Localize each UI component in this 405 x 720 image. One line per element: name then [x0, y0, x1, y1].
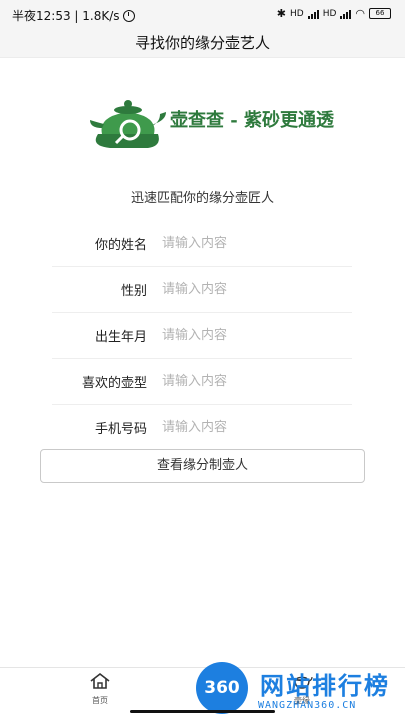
status-bar: 半夜12:53 | 1.8K/s ✱ HD HD ◠ 66 — [0, 0, 405, 28]
form-row-teapot-type: 喜欢的壶型 — [52, 359, 352, 405]
birth-input[interactable] — [162, 321, 347, 349]
teapot-type-label: 喜欢的壶型 — [81, 376, 147, 391]
gender-label: 性别 — [120, 284, 147, 299]
watermark-title: 网站排行榜 — [260, 672, 390, 700]
form-subtitle: 迅速匹配你的缘分壶匠人 — [130, 191, 274, 206]
form-row-birth: 出生年月 — [52, 313, 352, 359]
signal-icon-2 — [340, 9, 352, 19]
phone-label: 手机号码 — [94, 422, 147, 437]
status-right: ✱ HD HD ◠ 66 — [277, 7, 391, 20]
form-row-phone: 手机号码 — [52, 405, 352, 451]
gender-input[interactable] — [162, 275, 347, 303]
form-row-gender: 性别 — [52, 267, 352, 313]
home-icon — [90, 672, 110, 689]
battery-icon: 66 — [369, 8, 391, 19]
brand-logo: 壶查查 - 紫砂更通透 — [88, 94, 334, 150]
tab-home-label: 首页 — [92, 696, 108, 705]
name-label: 你的姓名 — [94, 238, 147, 253]
form-row-name: 你的姓名 — [52, 221, 352, 267]
watermark-360-badge: 360 — [196, 662, 248, 714]
teapot-logo-icon — [90, 100, 166, 148]
birth-label: 出生年月 — [94, 330, 147, 345]
match-artisan-button[interactable]: 查看缘分制壶人 — [40, 449, 365, 483]
signal-label-2: HD — [322, 8, 337, 19]
tab-home[interactable]: 首页 — [70, 672, 130, 706]
logo-text: 壶查查 - 紫砂更通透 — [170, 110, 335, 131]
alarm-icon — [122, 9, 135, 22]
wifi-icon: ◠ — [355, 7, 365, 20]
bluetooth-icon: ✱ — [276, 7, 286, 20]
title-bar: 寻找你的缘分壶艺人 — [0, 28, 405, 58]
status-time: 半夜12:53 | 1.8K/s — [12, 9, 120, 23]
status-left: 半夜12:53 | 1.8K/s — [12, 7, 135, 24]
signal-icon — [307, 9, 319, 19]
signal-label-1: HD — [289, 8, 304, 19]
phone-input[interactable] — [162, 413, 347, 441]
gesture-nav-bar[interactable] — [130, 710, 275, 713]
name-input[interactable] — [162, 229, 347, 257]
page-title: 寻找你的缘分壶艺人 — [134, 34, 270, 52]
teapot-type-input[interactable] — [162, 367, 347, 395]
